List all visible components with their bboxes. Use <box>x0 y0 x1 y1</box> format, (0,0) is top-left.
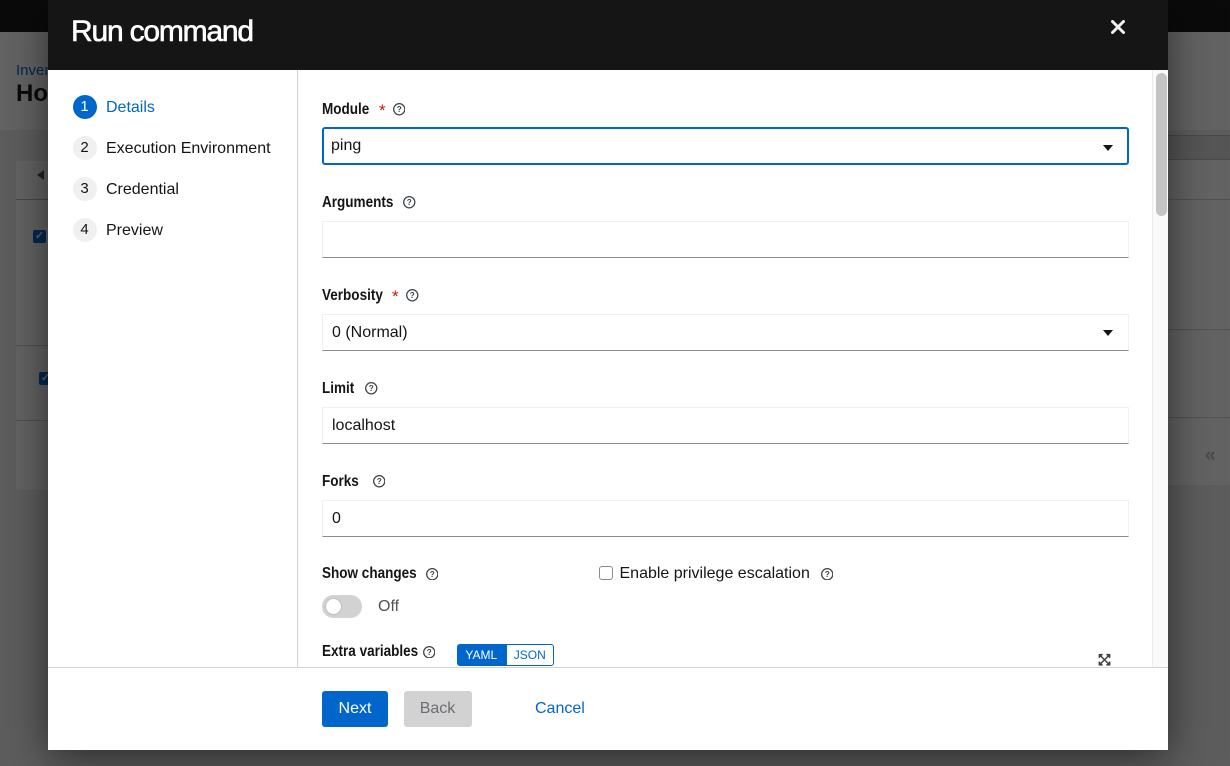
svg-text:?: ? <box>410 291 415 300</box>
svg-text:?: ? <box>396 105 401 114</box>
svg-text:?: ? <box>369 384 374 393</box>
svg-text:?: ? <box>426 648 431 657</box>
svg-text:?: ? <box>429 570 434 579</box>
svg-text:?: ? <box>824 570 829 579</box>
svg-text:?: ? <box>407 198 412 207</box>
svg-text:?: ? <box>376 477 381 486</box>
